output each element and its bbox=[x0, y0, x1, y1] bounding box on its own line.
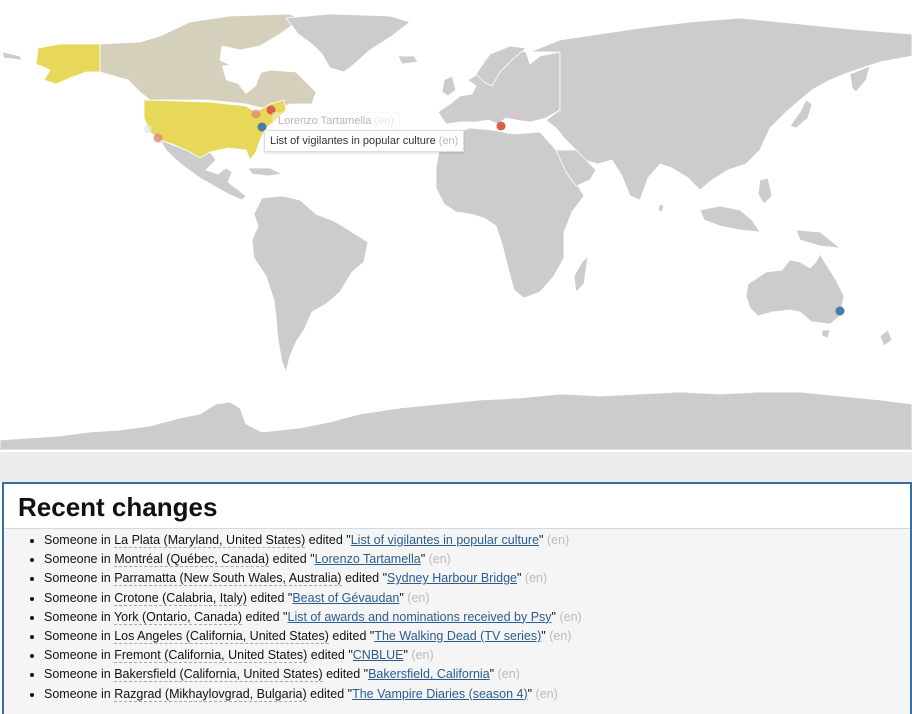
change-prefix: Someone in bbox=[44, 552, 115, 567]
change-lang: (en) bbox=[428, 552, 451, 567]
change-item: Someone in La Plata (Maryland, United St… bbox=[44, 531, 910, 550]
panel-header: Recent changes bbox=[4, 484, 910, 529]
change-item: Someone in Montréal (Québec, Canada) edi… bbox=[44, 550, 910, 569]
article-link[interactable]: Beast of Gévaudan bbox=[292, 591, 399, 605]
continent-south-america[interactable] bbox=[251, 195, 369, 374]
article-link[interactable]: CNBLUE bbox=[353, 648, 404, 662]
marker-razgrad[interactable] bbox=[513, 109, 521, 117]
country-philippines[interactable] bbox=[757, 177, 773, 205]
world-map[interactable]: Lorenzo Tartamella (en) List of vigilant… bbox=[0, 0, 912, 452]
article-link[interactable]: Bakersfield, California bbox=[368, 667, 490, 681]
article-link[interactable]: The Walking Dead (TV series) bbox=[374, 629, 541, 643]
country-madagascar[interactable] bbox=[573, 254, 589, 293]
change-location[interactable]: Bakersfield (California, United States) bbox=[114, 667, 323, 683]
change-verb: edited " bbox=[307, 648, 353, 663]
change-verb: edited " bbox=[341, 571, 388, 586]
article-link[interactable]: Sydney Harbour Bridge bbox=[387, 571, 517, 585]
change-location[interactable]: Razgrad (Mikhaylovgrad, Bulgaria) bbox=[114, 686, 307, 702]
change-verb: edited " bbox=[322, 667, 369, 682]
change-location[interactable]: Montréal (Québec, Canada) bbox=[114, 552, 270, 568]
change-lang: (en) bbox=[546, 533, 570, 547]
country-greenland[interactable] bbox=[285, 13, 411, 73]
change-location[interactable]: La Plata (Maryland, United States) bbox=[114, 533, 306, 548]
tooltip-active-title: List of vigilantes in popular culture bbox=[270, 135, 436, 147]
country-australia[interactable] bbox=[745, 253, 845, 325]
change-location[interactable]: Los Angeles (California, United States) bbox=[114, 628, 329, 644]
change-suffix: " bbox=[489, 667, 498, 682]
change-verb: edited " bbox=[328, 628, 375, 643]
tooltip-active: List of vigilantes in popular culture (e… bbox=[264, 130, 465, 152]
change-item: Someone in Fremont (California, United S… bbox=[44, 646, 910, 665]
change-prefix: Someone in bbox=[44, 590, 115, 605]
country-new-zealand bbox=[879, 329, 893, 347]
change-suffix: " bbox=[539, 533, 547, 547]
country-iceland[interactable] bbox=[397, 55, 419, 65]
change-lang: (en) bbox=[524, 571, 548, 586]
change-verb: edited " bbox=[246, 590, 293, 605]
country-canada[interactable] bbox=[99, 13, 317, 111]
state-tasmania bbox=[821, 329, 831, 339]
tooltip-active-lang: (en) bbox=[438, 135, 459, 147]
change-location[interactable]: Crotone (Calabria, Italy) bbox=[114, 590, 247, 606]
recent-changes-list: Someone in La Plata (Maryland, United St… bbox=[4, 529, 910, 704]
article-link[interactable]: Lorenzo Tartamella bbox=[315, 552, 421, 566]
tooltip-previous-title: Lorenzo Tartamella bbox=[278, 115, 372, 127]
article-link[interactable]: List of awards and nominations received … bbox=[288, 610, 552, 624]
article-link[interactable]: The Vampire Diaries (season 4) bbox=[352, 687, 528, 701]
change-lang: (en) bbox=[407, 590, 430, 605]
change-location[interactable]: Fremont (California, United States) bbox=[114, 648, 308, 664]
change-item: Someone in York (Ontario, Canada) edited… bbox=[44, 608, 910, 627]
country-uk[interactable] bbox=[441, 75, 457, 97]
island-chukotka-tip bbox=[1, 51, 23, 61]
change-verb: edited " bbox=[306, 686, 353, 701]
change-lang: (en) bbox=[411, 648, 434, 663]
tooltip-previous: Lorenzo Tartamella (en) bbox=[272, 112, 400, 130]
marker-crotone[interactable] bbox=[496, 121, 506, 131]
change-prefix: Someone in bbox=[44, 667, 115, 682]
marker-parramatta[interactable] bbox=[835, 306, 845, 316]
change-prefix: Someone in bbox=[44, 648, 115, 663]
change-location[interactable]: York (Ontario, Canada) bbox=[113, 609, 243, 625]
change-prefix: Someone in bbox=[44, 571, 115, 586]
change-suffix: " bbox=[516, 571, 525, 586]
change-lang: (en) bbox=[497, 667, 520, 682]
change-verb: edited " bbox=[269, 552, 315, 567]
marker-york[interactable] bbox=[251, 109, 261, 119]
country-papua-new-guinea[interactable] bbox=[795, 229, 842, 249]
change-verb: edited " bbox=[305, 533, 351, 547]
change-item: Someone in Razgrad (Mikhaylovgrad, Bulga… bbox=[44, 685, 910, 704]
marker-los-angeles[interactable] bbox=[153, 133, 163, 143]
change-prefix: Someone in bbox=[44, 628, 115, 643]
change-prefix: Someone in bbox=[44, 686, 115, 701]
country-sri-lanka bbox=[657, 203, 665, 213]
change-item: Someone in Crotone (Calabria, Italy) edi… bbox=[44, 589, 910, 608]
panel-title: Recent changes bbox=[18, 492, 218, 522]
change-suffix: " bbox=[527, 686, 536, 701]
marker-fremont-faded[interactable] bbox=[144, 125, 152, 133]
article-link[interactable]: List of vigilantes in popular culture bbox=[351, 533, 539, 547]
region-indonesia[interactable] bbox=[699, 205, 761, 233]
tooltip-previous-lang: (en) bbox=[374, 115, 394, 127]
country-alaska[interactable] bbox=[35, 43, 101, 85]
change-prefix: Someone in bbox=[44, 609, 114, 624]
change-suffix: " bbox=[420, 552, 429, 567]
change-prefix: Someone in bbox=[44, 533, 115, 547]
change-item: Someone in Bakersfield (California, Unit… bbox=[44, 665, 910, 684]
continent-antarctica[interactable] bbox=[0, 391, 912, 451]
world-map-svg bbox=[0, 13, 912, 451]
caribbean-islands bbox=[247, 167, 284, 177]
change-lang: (en) bbox=[559, 609, 582, 624]
change-lang: (en) bbox=[549, 628, 572, 643]
recent-changes-panel: Recent changes Someone in La Plata (Mary… bbox=[2, 482, 912, 714]
change-lang: (en) bbox=[535, 686, 558, 701]
change-location[interactable]: Parramatta (New South Wales, Australia) bbox=[114, 571, 342, 587]
change-item: Someone in Parramatta (New South Wales, … bbox=[44, 569, 910, 588]
change-item: Someone in Los Angeles (California, Unit… bbox=[44, 627, 910, 646]
separator-band bbox=[0, 452, 912, 482]
change-verb: edited " bbox=[242, 609, 288, 624]
